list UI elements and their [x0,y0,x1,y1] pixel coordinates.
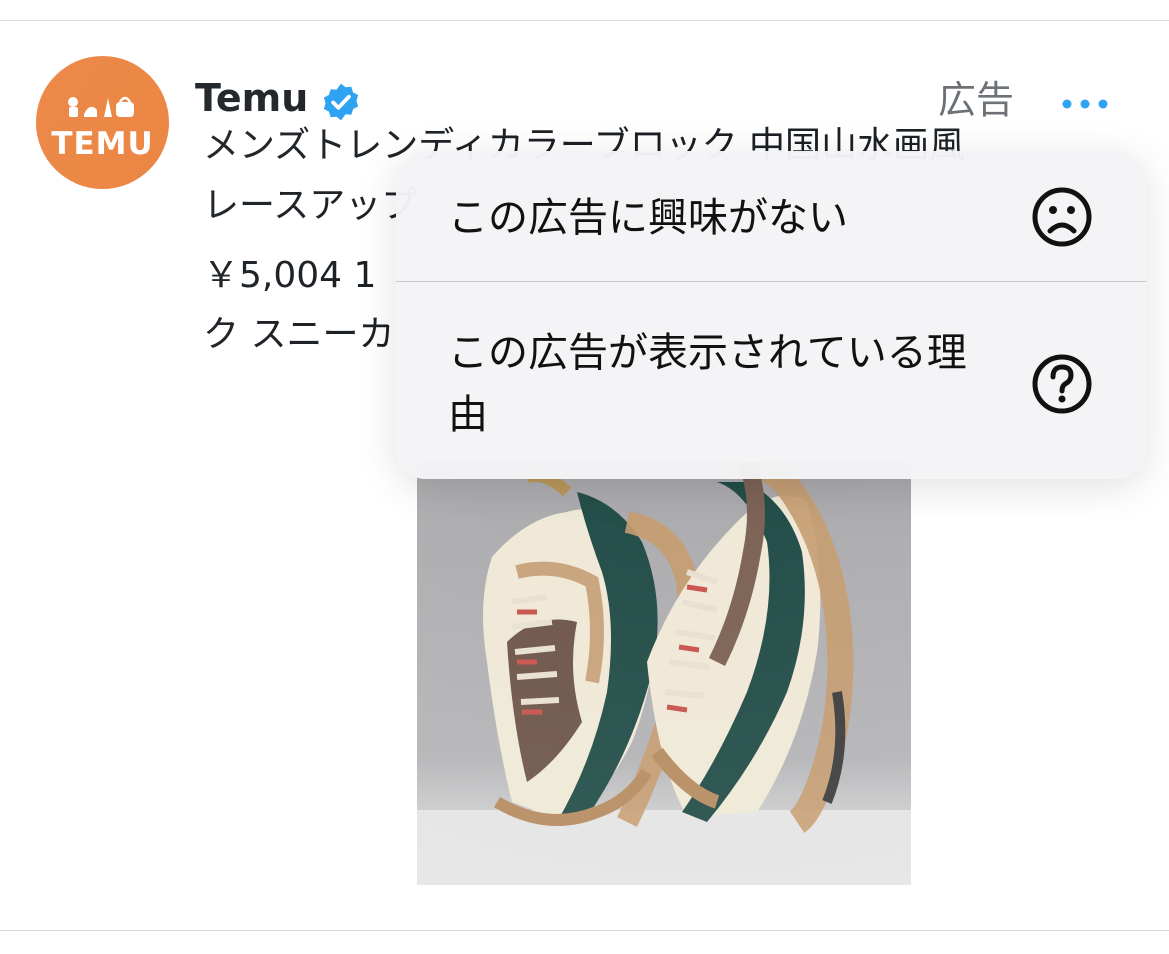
ad-label: 広告 [938,78,1015,122]
menu-item-not-interested[interactable]: この広告に興味がない [396,151,1146,281]
menu-item-why-this-ad[interactable]: この広告が表示されている理由 [396,282,1146,479]
frown-face-icon [1032,187,1092,247]
more-options-icon[interactable] [1055,83,1115,123]
avatar[interactable]: TEMU [36,56,169,189]
author-name[interactable]: Temu [195,79,308,117]
post-text-line: ク スニーカ [203,314,395,355]
menu-item-label: この広告に興味がない [448,195,848,241]
verified-badge-icon [323,83,359,121]
temu-logo-glyphs-icon [68,96,134,117]
post-text-line: ￥5,004 1 [203,255,377,296]
menu-item-label: この広告が表示されている理由 [448,330,967,438]
post-text-line: レースアップ [203,185,418,226]
sneakers-image [417,462,911,885]
bottom-divider [0,930,1169,931]
question-circle-icon [1032,354,1092,414]
post-media-image[interactable] [417,462,911,885]
ad-options-menu: この広告に興味がない この広告が表示されている理由 [396,151,1146,479]
ad-post-screen: TEMU Temu 広告 メンズトレンディカラーブロック 中国山水画風 レースア… [0,0,1169,954]
avatar-logo-text: TEMU [51,126,154,162]
